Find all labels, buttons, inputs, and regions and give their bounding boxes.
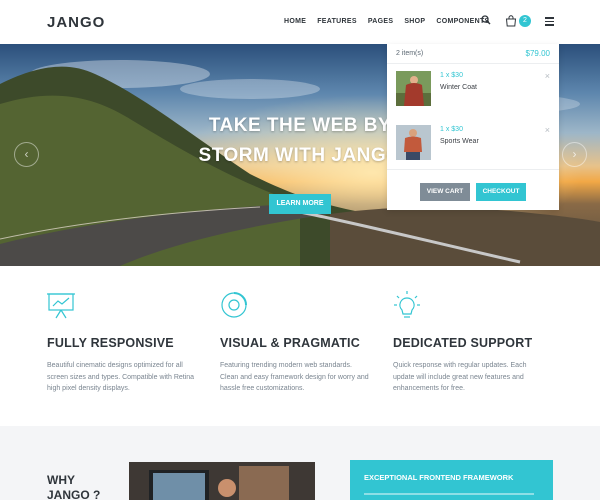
menu-icon[interactable] <box>545 17 554 26</box>
nav-item-home[interactable]: HOME <box>284 18 306 25</box>
cart-item: 1 x $30 Sports Wear × <box>396 125 550 163</box>
nav-item-pages[interactable]: PAGES <box>368 18 394 25</box>
laptop-photo <box>129 462 315 500</box>
logo[interactable]: JANGO <box>47 14 105 31</box>
cart-item: 1 x $30 Winter Coat × <box>396 71 550 109</box>
shopping-bag-icon[interactable] <box>505 15 517 27</box>
cart-total: $79.00 <box>525 49 550 58</box>
hero-title: TAKE THE WEB BY STORM WITH JANGO <box>195 111 405 171</box>
presentation-chart-icon <box>47 293 75 319</box>
why-section: WHY JANGO ? EXCEPTIONAL FRONTEND FRAMEWO… <box>0 426 600 500</box>
chevron-right-icon[interactable]: › <box>562 142 587 167</box>
target-icon <box>221 292 247 318</box>
product-thumbnail[interactable] <box>396 125 431 160</box>
feature-title: FULLY RESPONSIVE <box>47 336 174 350</box>
feature-title: VISUAL & PRAGMATIC <box>220 336 360 350</box>
main-nav: HOME FEATURES PAGES SHOP COMPONENTS <box>284 18 501 25</box>
text-placeholder-line <box>364 493 534 495</box>
framework-box: EXCEPTIONAL FRONTEND FRAMEWORK <box>350 460 553 500</box>
hero-title-line1: TAKE THE WEB BY <box>208 115 392 136</box>
cart-item-count: 2 item(s) <box>396 50 424 57</box>
site-header: JANGO HOME FEATURES PAGES SHOP COMPONENT… <box>0 0 600 44</box>
checkout-button[interactable]: CHECKOUT <box>476 183 526 201</box>
feature-text: Featuring trending modern web standards.… <box>220 362 369 392</box>
remove-icon[interactable]: × <box>545 125 550 135</box>
why-line2: JANGO ? <box>47 488 101 500</box>
nav-item-shop[interactable]: SHOP <box>404 18 425 25</box>
feature-text: Beautiful cinematic designs optimized fo… <box>47 362 195 392</box>
divider <box>387 63 559 64</box>
cart-item-name[interactable]: Winter Coat <box>440 84 477 91</box>
feature-text: Quick response with regular updates. Eac… <box>393 362 527 392</box>
cart-item-qty-price: 1 x $30 <box>440 72 463 79</box>
framework-title: EXCEPTIONAL FRONTEND FRAMEWORK <box>364 473 514 482</box>
remove-icon[interactable]: × <box>545 71 550 81</box>
cart-dropdown: 2 item(s) $79.00 1 x $30 Winter Coat × 1… <box>387 44 559 210</box>
cart-item-name[interactable]: Sports Wear <box>440 138 479 145</box>
learn-more-button[interactable]: LEARN MORE <box>269 194 331 214</box>
why-heading: WHY JANGO ? <box>47 473 100 500</box>
cart-count-badge[interactable]: 2 <box>519 15 531 27</box>
chevron-left-icon[interactable]: ‹ <box>14 142 39 167</box>
cart-item-qty-price: 1 x $30 <box>440 126 463 133</box>
why-line1: WHY <box>47 473 75 487</box>
nav-item-features[interactable]: FEATURES <box>317 18 357 25</box>
lightbulb-icon <box>394 291 420 318</box>
search-icon[interactable] <box>481 15 491 25</box>
product-thumbnail[interactable] <box>396 71 431 106</box>
feature-title: DEDICATED SUPPORT <box>393 336 533 350</box>
divider <box>387 169 559 170</box>
view-cart-button[interactable]: VIEW CART <box>420 183 470 201</box>
hero-title-line2: STORM WITH JANGO <box>198 145 402 166</box>
